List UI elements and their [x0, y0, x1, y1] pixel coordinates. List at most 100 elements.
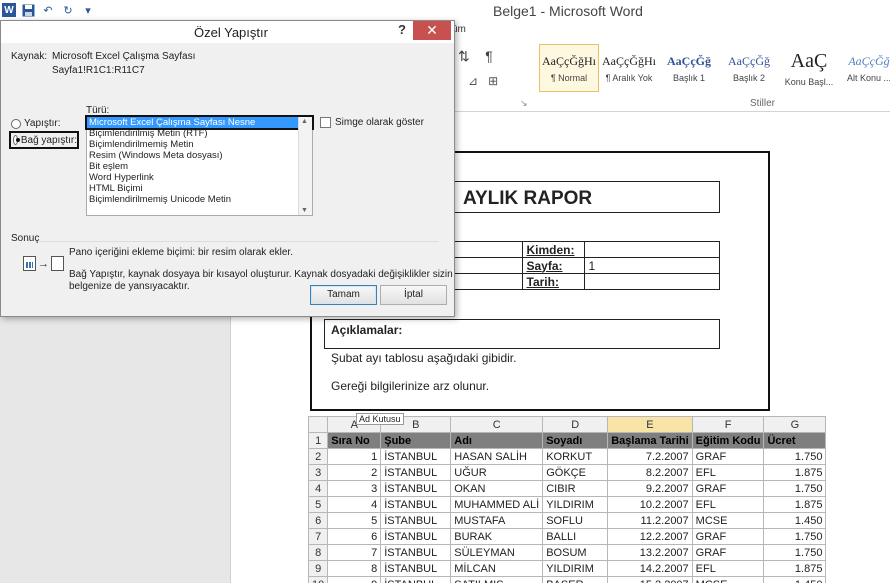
table-cell[interactable]: İSTANBUL: [380, 560, 452, 577]
paste-link-radio[interactable]: Bağ yapıştır:: [9, 131, 79, 149]
table-cell[interactable]: BOSUM: [542, 544, 609, 561]
table-cell[interactable]: MCSE: [691, 576, 765, 583]
table-cell[interactable]: 1.875: [763, 496, 827, 513]
table-cell[interactable]: MUHAMMED ALİ: [450, 496, 544, 513]
customize-qat-icon[interactable]: ▾: [80, 2, 96, 18]
table-cell[interactable]: 9: [327, 576, 382, 583]
table-cell[interactable]: OKAN: [450, 480, 544, 497]
header-cell[interactable]: Eğitim Kodu: [691, 432, 765, 449]
pilcrow-icon[interactable]: ¶: [485, 48, 493, 64]
table-cell[interactable]: YILDIRIM: [542, 496, 609, 513]
row-number[interactable]: 9: [307, 560, 329, 577]
ok-button[interactable]: Tamam: [310, 285, 377, 305]
table-cell[interactable]: 13.2.2007: [607, 544, 693, 561]
table-cell[interactable]: İSTANBUL: [380, 496, 452, 513]
style-item[interactable]: AaÇ Konu Başl...: [779, 44, 839, 92]
row-number[interactable]: 4: [307, 480, 329, 497]
table-cell[interactable]: GRAF: [691, 544, 765, 561]
table-cell[interactable]: 12.2.2007: [607, 528, 693, 545]
column-header[interactable]: G: [763, 416, 827, 433]
paste-type-option[interactable]: Biçimlendirilmiş Metin (RTF): [87, 128, 312, 139]
row-number[interactable]: 8: [307, 544, 329, 561]
help-button[interactable]: ?: [394, 22, 410, 40]
table-cell[interactable]: 1.750: [763, 528, 827, 545]
table-cell[interactable]: İSTANBUL: [380, 448, 452, 465]
table-cell[interactable]: 3: [327, 480, 382, 497]
cancel-button[interactable]: İptal: [380, 285, 447, 305]
table-cell[interactable]: 6: [327, 528, 382, 545]
paste-type-option[interactable]: Word Hyperlink: [87, 172, 312, 183]
table-cell[interactable]: EFL: [691, 560, 765, 577]
table-cell[interactable]: 1.750: [763, 544, 827, 561]
table-cell[interactable]: CIBIR: [542, 480, 609, 497]
table-cell[interactable]: 1: [327, 448, 382, 465]
sort-icon[interactable]: ⇅: [458, 48, 470, 64]
display-as-icon-checkbox[interactable]: Simge olarak göster: [320, 117, 424, 128]
table-cell[interactable]: MİLCAN: [450, 560, 544, 577]
table-cell[interactable]: 7: [327, 544, 382, 561]
table-cell[interactable]: UĞUR: [450, 464, 544, 481]
table-cell[interactable]: İSTANBUL: [380, 528, 452, 545]
table-cell[interactable]: GRAF: [691, 448, 765, 465]
paste-type-option[interactable]: Bit eşlem: [87, 161, 312, 172]
row-number[interactable]: 7: [307, 528, 329, 545]
borders-icon[interactable]: ⊞: [488, 74, 498, 88]
table-cell[interactable]: İSTANBUL: [380, 480, 452, 497]
paste-type-option[interactable]: Biçimlendirilmemiş Unicode Metin: [87, 194, 312, 205]
table-cell[interactable]: 8.2.2007: [607, 464, 693, 481]
paragraph-launcher-icon[interactable]: ↘: [520, 98, 528, 109]
row-number[interactable]: 6: [307, 512, 329, 529]
table-cell[interactable]: 2: [327, 464, 382, 481]
paste-type-list[interactable]: Microsoft Excel Çalışma Sayfası Nesne Biç…: [85, 115, 314, 216]
close-button[interactable]: ✕: [413, 21, 451, 40]
table-cell[interactable]: KORKUT: [542, 448, 609, 465]
table-cell[interactable]: SATILMIŞ: [450, 576, 544, 583]
table-cell[interactable]: İSTANBUL: [380, 544, 452, 561]
header-cell[interactable]: Sıra No: [327, 432, 382, 449]
redo-icon[interactable]: ↻: [60, 2, 76, 18]
select-all-corner[interactable]: [307, 416, 329, 433]
style-item[interactable]: AaÇçĞğ Alt Konu ...: [839, 44, 890, 92]
paste-type-option[interactable]: Resim (Windows Meta dosyası): [87, 150, 312, 161]
table-cell[interactable]: MCSE: [691, 512, 765, 529]
table-cell[interactable]: İSTANBUL: [380, 512, 452, 529]
table-cell[interactable]: İSTANBUL: [380, 576, 452, 583]
table-cell[interactable]: 7.2.2007: [607, 448, 693, 465]
column-header[interactable]: D: [542, 416, 609, 433]
table-cell[interactable]: 15.2.2007: [607, 576, 693, 583]
table-cell[interactable]: 1.750: [763, 480, 827, 497]
paste-type-option[interactable]: Microsoft Excel Çalışma Sayfası Nesne: [85, 115, 314, 130]
table-cell[interactable]: GÖKÇE: [542, 464, 609, 481]
table-cell[interactable]: 11.2.2007: [607, 512, 693, 529]
paste-type-option[interactable]: HTML Biçimi: [87, 183, 312, 194]
scroll-up-icon[interactable]: ▲: [301, 118, 308, 125]
word-app-icon[interactable]: W: [2, 3, 16, 17]
table-cell[interactable]: EFL: [691, 464, 765, 481]
style-item[interactable]: AaÇçĞğ Başlık 1: [659, 44, 719, 92]
table-cell[interactable]: 1.875: [763, 464, 827, 481]
row-number[interactable]: 10: [307, 576, 329, 583]
header-cell[interactable]: Ücret: [763, 432, 827, 449]
table-cell[interactable]: 10.2.2007: [607, 496, 693, 513]
embedded-excel-sheet[interactable]: ABCDEFG 1 Sıra No Şube Adı Soyadı Başlama Tar…: [307, 416, 827, 583]
style-item[interactable]: AaÇçĞğ Başlık 2: [719, 44, 779, 92]
table-cell[interactable]: 4: [327, 496, 382, 513]
style-item[interactable]: AaÇçĞğHı ¶ Aralık Yok: [599, 44, 659, 92]
save-icon[interactable]: [20, 2, 36, 18]
table-cell[interactable]: SOFLU: [542, 512, 609, 529]
table-cell[interactable]: 1.750: [763, 448, 827, 465]
table-cell[interactable]: 5: [327, 512, 382, 529]
header-cell[interactable]: Şube: [380, 432, 452, 449]
row-number[interactable]: 5: [307, 496, 329, 513]
scroll-down-icon[interactable]: ▼: [301, 207, 308, 214]
paste-radio[interactable]: Yapıştır:: [11, 118, 61, 129]
table-cell[interactable]: 1.875: [763, 560, 827, 577]
table-cell[interactable]: BASER: [542, 576, 609, 583]
table-cell[interactable]: BALLI: [542, 528, 609, 545]
table-cell[interactable]: YILDIRIM: [542, 560, 609, 577]
table-cell[interactable]: EFL: [691, 496, 765, 513]
table-cell[interactable]: GRAF: [691, 528, 765, 545]
paste-type-option[interactable]: Biçimlendirilmemiş Metin: [87, 139, 312, 150]
table-cell[interactable]: 1.450: [763, 512, 827, 529]
style-item[interactable]: AaÇçĞğHı ¶ Normal: [539, 44, 599, 92]
